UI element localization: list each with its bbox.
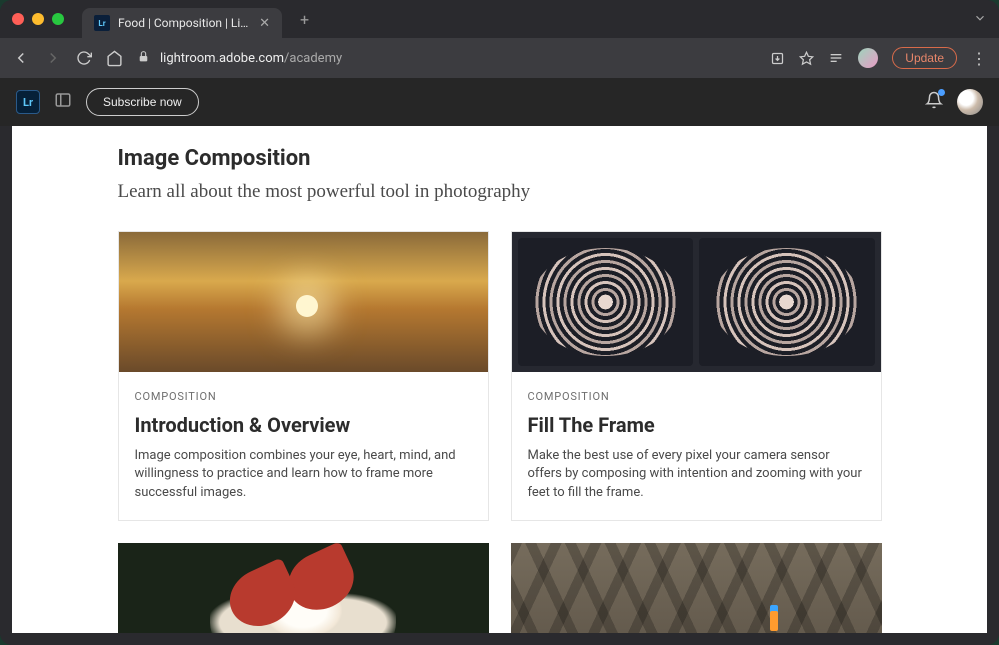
tabs-overflow-icon[interactable] [973, 10, 987, 29]
window-controls [12, 13, 64, 25]
card-thumbnail [118, 543, 489, 633]
window-minimize-button[interactable] [32, 13, 44, 25]
card-description: Image composition combines your eye, hea… [135, 447, 472, 502]
subscribe-button[interactable]: Subscribe now [86, 88, 199, 116]
reading-list-icon[interactable] [828, 50, 844, 66]
browser-menu-icon[interactable]: ⋮ [971, 49, 987, 68]
new-tab-button[interactable]: + [300, 10, 309, 29]
card-thumbnail [119, 232, 488, 372]
lock-icon [137, 50, 150, 67]
home-button[interactable] [106, 50, 123, 67]
title-bar: Lr Food | Composition | Lightroom ✕ + [0, 0, 999, 38]
card-thumbnail [511, 543, 882, 633]
lr-favicon: Lr [94, 15, 110, 31]
page-subtitle: Learn all about the most powerful tool i… [118, 181, 882, 203]
card-thumbnail [512, 232, 881, 372]
app-header: Lr Subscribe now [0, 78, 999, 126]
card-category: COMPOSITION [528, 390, 865, 403]
window-maximize-button[interactable] [52, 13, 64, 25]
update-button[interactable]: Update [892, 47, 957, 69]
page-title: Image Composition [118, 146, 882, 171]
address-field[interactable]: lightroom.adobe.com/academy [137, 50, 756, 67]
notification-dot [938, 89, 945, 96]
content-scroll[interactable]: Image Composition Learn all about the mo… [12, 126, 987, 633]
tab-close-icon[interactable]: ✕ [259, 16, 270, 31]
bookmark-icon[interactable] [799, 51, 814, 66]
window-close-button[interactable] [12, 13, 24, 25]
user-avatar[interactable] [957, 89, 983, 115]
side-panel-icon[interactable] [54, 91, 72, 113]
card-grid: COMPOSITION Introduction & Overview Imag… [118, 231, 882, 633]
lesson-card[interactable] [118, 543, 489, 633]
notifications-icon[interactable] [925, 91, 943, 113]
browser-window: Lr Food | Composition | Lightroom ✕ + li… [0, 0, 999, 645]
install-app-icon[interactable] [770, 51, 785, 66]
lesson-card[interactable]: COMPOSITION Introduction & Overview Imag… [118, 231, 489, 521]
browser-tab[interactable]: Lr Food | Composition | Lightroom ✕ [82, 8, 282, 38]
card-category: COMPOSITION [135, 390, 472, 403]
lightroom-logo[interactable]: Lr [16, 90, 40, 114]
profile-avatar[interactable] [858, 48, 878, 68]
back-button[interactable] [12, 49, 30, 67]
tab-title: Food | Composition | Lightroom [118, 16, 251, 30]
url-actions: Update ⋮ [770, 47, 987, 69]
lesson-card[interactable] [511, 543, 882, 633]
reload-button[interactable] [76, 50, 92, 66]
lesson-card[interactable]: COMPOSITION Fill The Frame Make the best… [511, 231, 882, 521]
content-wrapper: Image Composition Learn all about the mo… [0, 126, 999, 645]
card-description: Make the best use of every pixel your ca… [528, 447, 865, 502]
card-title: Introduction & Overview [135, 413, 472, 437]
forward-button[interactable] [44, 49, 62, 67]
url-bar: lightroom.adobe.com/academy Update ⋮ [0, 38, 999, 78]
url-text: lightroom.adobe.com/academy [160, 51, 342, 66]
card-title: Fill The Frame [528, 413, 865, 437]
